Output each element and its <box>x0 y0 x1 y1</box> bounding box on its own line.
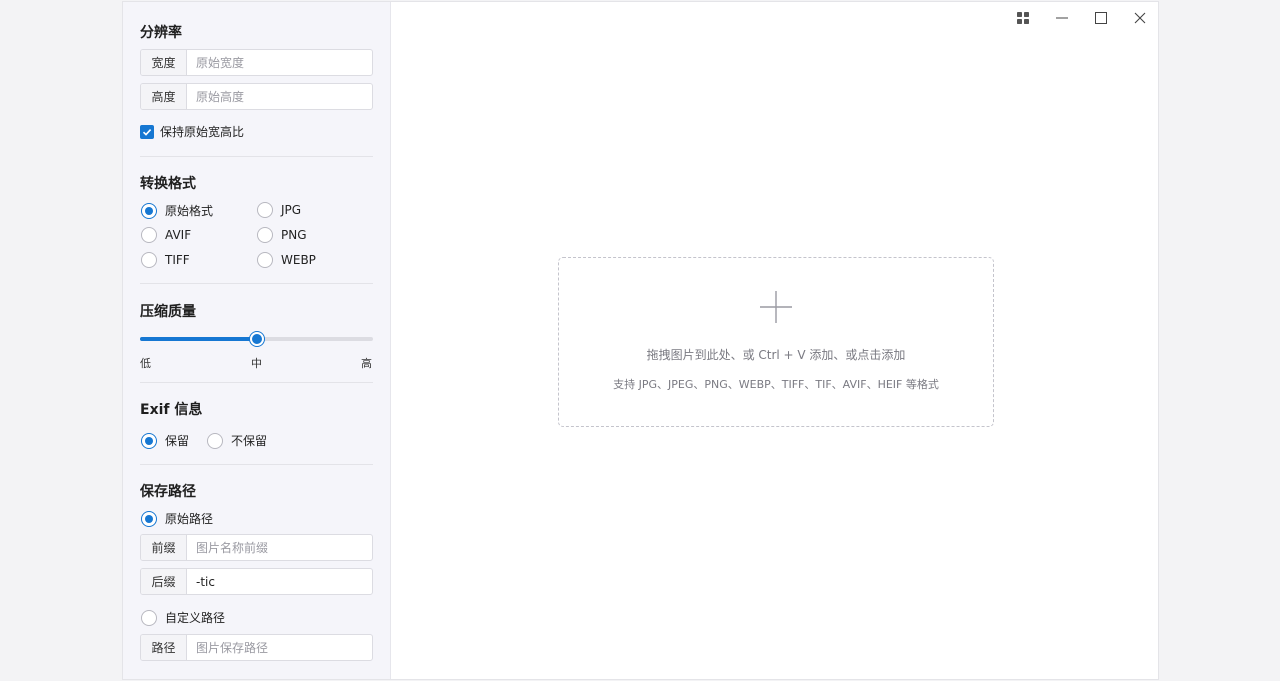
grid-button[interactable] <box>1011 8 1035 28</box>
radio-icon <box>207 432 223 449</box>
keep-ratio-label: 保持原始宽高比 <box>160 125 245 139</box>
width-input[interactable] <box>187 50 372 75</box>
save-path-original-option[interactable]: 原始路径 <box>141 510 213 527</box>
keep-ratio-checkbox[interactable]: 保持原始宽高比 <box>140 123 244 140</box>
prefix-input[interactable] <box>187 535 372 560</box>
divider <box>140 464 373 465</box>
dropzone-hint: 拖拽图片到此处、或 Ctrl + V 添加、或点击添加 <box>646 348 906 362</box>
settings-sidebar: 分辨率 宽度 高度 保持原始宽高比 转换格式 原始格式 JPG AVIF <box>123 2 391 679</box>
suffix-label: 后缀 <box>141 569 187 594</box>
format-option-label: TIFF <box>165 253 190 267</box>
maximize-button[interactable] <box>1089 8 1113 28</box>
image-dropzone[interactable]: 拖拽图片到此处、或 Ctrl + V 添加、或点击添加 支持 JPG、JPEG、… <box>558 257 994 427</box>
resolution-title: 分辨率 <box>140 25 182 41</box>
minimize-icon <box>1056 17 1068 19</box>
radio-selected-icon <box>141 510 157 527</box>
width-label: 宽度 <box>141 50 187 75</box>
save-path-title: 保存路径 <box>140 484 196 500</box>
format-option-label: JPG <box>281 203 302 217</box>
radio-selected-icon <box>141 202 157 219</box>
radio-icon <box>141 609 157 626</box>
exif-title: Exif 信息 <box>140 402 203 418</box>
quality-title: 压缩质量 <box>140 304 196 320</box>
height-input[interactable] <box>187 84 372 109</box>
radio-icon <box>257 252 273 268</box>
prefix-field: 前缀 <box>140 534 373 561</box>
radio-icon <box>141 252 157 268</box>
format-option-label: PNG <box>281 228 307 242</box>
minimize-button[interactable] <box>1050 8 1074 28</box>
dropzone-formats: 支持 JPG、JPEG、PNG、WEBP、TIFF、TIF、AVIF、HEIF … <box>613 378 939 391</box>
quality-tick-low: 低 <box>140 357 151 370</box>
plus-icon <box>760 291 792 323</box>
suffix-field: 后缀 <box>140 568 373 595</box>
format-option-label: WEBP <box>281 253 316 267</box>
exif-option-keep[interactable]: 保留 <box>141 432 189 449</box>
exif-option-label: 保留 <box>165 434 190 448</box>
app-window: 分辨率 宽度 高度 保持原始宽高比 转换格式 原始格式 JPG AVIF <box>122 1 1159 680</box>
exif-option-label: 不保留 <box>231 434 268 448</box>
close-icon <box>1134 12 1146 24</box>
save-path-original-label: 原始路径 <box>165 512 214 526</box>
width-field: 宽度 <box>140 49 373 76</box>
radio-icon <box>257 202 273 218</box>
quality-slider[interactable] <box>140 332 373 346</box>
format-option-png[interactable]: PNG <box>257 227 307 243</box>
quality-tick-mid: 中 <box>251 357 262 370</box>
prefix-label: 前缀 <box>141 535 187 560</box>
format-option-label: AVIF <box>165 228 192 242</box>
format-option-avif[interactable]: AVIF <box>141 227 191 243</box>
exif-option-discard[interactable]: 不保留 <box>207 432 267 449</box>
format-title: 转换格式 <box>140 176 196 192</box>
maximize-icon <box>1095 12 1107 24</box>
format-option-original[interactable]: 原始格式 <box>141 202 213 219</box>
format-option-webp[interactable]: WEBP <box>257 252 316 268</box>
radio-icon <box>141 227 157 243</box>
height-field: 高度 <box>140 83 373 110</box>
save-path-custom-label: 自定义路径 <box>165 611 226 625</box>
height-label: 高度 <box>141 84 187 109</box>
slider-fill <box>140 337 257 341</box>
format-option-label: 原始格式 <box>165 204 214 218</box>
divider <box>140 382 373 383</box>
path-field: 路径 <box>140 634 373 661</box>
format-option-jpg[interactable]: JPG <box>257 202 301 218</box>
close-button[interactable] <box>1128 8 1152 28</box>
divider <box>140 156 373 157</box>
divider <box>140 283 373 284</box>
suffix-input[interactable] <box>187 569 372 594</box>
quality-tick-high: 高 <box>361 357 372 370</box>
format-option-tiff[interactable]: TIFF <box>141 252 190 268</box>
slider-handle[interactable] <box>249 332 264 346</box>
grid-icon <box>1017 12 1029 24</box>
path-label: 路径 <box>141 635 187 660</box>
radio-selected-icon <box>141 432 157 449</box>
check-icon <box>140 124 154 139</box>
save-path-custom-option[interactable]: 自定义路径 <box>141 609 225 626</box>
path-input[interactable] <box>187 635 372 660</box>
radio-icon <box>257 227 273 243</box>
